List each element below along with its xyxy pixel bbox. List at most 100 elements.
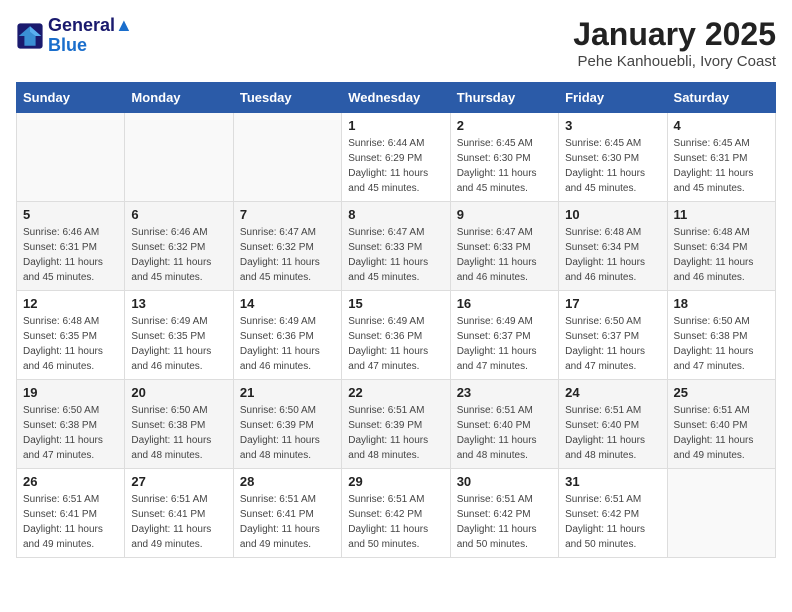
day-info: Sunrise: 6:45 AMSunset: 6:30 PMDaylight:… [565,136,660,196]
day-info: Sunrise: 6:46 AMSunset: 6:31 PMDaylight:… [23,225,118,285]
day-info: Sunrise: 6:48 AMSunset: 6:34 PMDaylight:… [674,225,769,285]
day-number: 31 [565,474,660,489]
day-number: 23 [457,385,552,400]
week-row-0: 1Sunrise: 6:44 AMSunset: 6:29 PMDaylight… [17,113,776,202]
day-header-monday: Monday [125,83,233,113]
week-row-4: 26 Sunrise: 6:51 AMSunset: 6:41 PMDayligh… [17,469,776,558]
day-number: 19 [23,385,118,400]
calendar-cell: 17 Sunrise: 6:50 AMSunset: 6:37 PMDayligh… [559,291,667,380]
day-info: Sunrise: 6:49 AMSunset: 6:36 PMDaylight:… [240,314,335,374]
day-number: 16 [457,296,552,311]
calendar-cell [17,113,125,202]
day-header-tuesday: Tuesday [233,83,341,113]
logo: General▲ Blue [16,16,133,56]
calendar-cell: 20 Sunrise: 6:50 AMSunset: 6:38 PMDayligh… [125,380,233,469]
calendar-cell: 9 Sunrise: 6:47 AMSunset: 6:33 PMDaylight… [450,202,558,291]
calendar-cell: 2Sunrise: 6:45 AMSunset: 6:30 PMDaylight… [450,113,558,202]
calendar-cell: 15 Sunrise: 6:49 AMSunset: 6:36 PMDayligh… [342,291,450,380]
logo-text: General▲ Blue [48,16,133,56]
day-number: 18 [674,296,769,311]
calendar-cell: 8 Sunrise: 6:47 AMSunset: 6:33 PMDaylight… [342,202,450,291]
week-row-1: 5Sunrise: 6:46 AMSunset: 6:31 PMDaylight… [17,202,776,291]
calendar-cell: 18 Sunrise: 6:50 AMSunset: 6:38 PMDayligh… [667,291,775,380]
calendar-cell: 5Sunrise: 6:46 AMSunset: 6:31 PMDaylight… [17,202,125,291]
week-row-2: 12 Sunrise: 6:48 AMSunset: 6:35 PMDayligh… [17,291,776,380]
day-number: 21 [240,385,335,400]
day-info: Sunrise: 6:50 AMSunset: 6:39 PMDaylight:… [240,403,335,463]
day-number: 9 [457,207,552,222]
day-number: 28 [240,474,335,489]
day-info: Sunrise: 6:47 AMSunset: 6:32 PMDaylight:… [240,225,335,285]
day-info: Sunrise: 6:51 AMSunset: 6:42 PMDaylight:… [457,492,552,552]
calendar-cell: 16 Sunrise: 6:49 AMSunset: 6:37 PMDayligh… [450,291,558,380]
page-header: General▲ Blue January 2025 Pehe Kanhoueb… [16,16,776,70]
calendar-cell: 3 Sunrise: 6:45 AMSunset: 6:30 PMDaylight… [559,113,667,202]
day-info: Sunrise: 6:49 AMSunset: 6:37 PMDaylight:… [457,314,552,374]
day-header-thursday: Thursday [450,83,558,113]
calendar-cell: 23Sunrise: 6:51 AMSunset: 6:40 PMDayligh… [450,380,558,469]
calendar-cell: 21 Sunrise: 6:50 AMSunset: 6:39 PMDayligh… [233,380,341,469]
day-info: Sunrise: 6:48 AMSunset: 6:35 PMDaylight:… [23,314,118,374]
calendar-cell [233,113,341,202]
day-number: 8 [348,207,443,222]
day-number: 12 [23,296,118,311]
day-info: Sunrise: 6:49 AMSunset: 6:36 PMDaylight:… [348,314,443,374]
calendar-cell: 29Sunrise: 6:51 AMSunset: 6:42 PMDayligh… [342,469,450,558]
logo-icon [16,22,44,50]
day-number: 7 [240,207,335,222]
day-info: Sunrise: 6:51 AMSunset: 6:40 PMDaylight:… [674,403,769,463]
day-number: 6 [131,207,226,222]
day-number: 13 [131,296,226,311]
day-header-sunday: Sunday [17,83,125,113]
day-number: 10 [565,207,660,222]
day-header-wednesday: Wednesday [342,83,450,113]
day-info: Sunrise: 6:45 AMSunset: 6:31 PMDaylight:… [674,136,769,196]
day-info: Sunrise: 6:51 AMSunset: 6:41 PMDaylight:… [23,492,118,552]
day-info: Sunrise: 6:50 AMSunset: 6:38 PMDaylight:… [131,403,226,463]
calendar-cell: 14Sunrise: 6:49 AMSunset: 6:36 PMDayligh… [233,291,341,380]
calendar-cell: 7 Sunrise: 6:47 AMSunset: 6:32 PMDaylight… [233,202,341,291]
calendar-cell [125,113,233,202]
calendar-cell [667,469,775,558]
day-info: Sunrise: 6:51 AMSunset: 6:42 PMDaylight:… [565,492,660,552]
day-info: Sunrise: 6:47 AMSunset: 6:33 PMDaylight:… [348,225,443,285]
day-number: 22 [348,385,443,400]
day-info: Sunrise: 6:51 AMSunset: 6:41 PMDaylight:… [240,492,335,552]
day-header-saturday: Saturday [667,83,775,113]
day-number: 27 [131,474,226,489]
week-row-3: 19 Sunrise: 6:50 AMSunset: 6:38 PMDayligh… [17,380,776,469]
day-number: 2 [457,118,552,133]
day-number: 29 [348,474,443,489]
day-number: 3 [565,118,660,133]
day-info: Sunrise: 6:51 AMSunset: 6:39 PMDaylight:… [348,403,443,463]
day-info: Sunrise: 6:49 AMSunset: 6:35 PMDaylight:… [131,314,226,374]
day-info: Sunrise: 6:44 AMSunset: 6:29 PMDaylight:… [348,136,443,196]
day-number: 25 [674,385,769,400]
calendar-cell: 12 Sunrise: 6:48 AMSunset: 6:35 PMDayligh… [17,291,125,380]
calendar-cell: 11 Sunrise: 6:48 AMSunset: 6:34 PMDayligh… [667,202,775,291]
day-info: Sunrise: 6:48 AMSunset: 6:34 PMDaylight:… [565,225,660,285]
calendar-cell: 13 Sunrise: 6:49 AMSunset: 6:35 PMDayligh… [125,291,233,380]
day-number: 11 [674,207,769,222]
calendar-cell: 6 Sunrise: 6:46 AMSunset: 6:32 PMDaylight… [125,202,233,291]
calendar-cell: 19Sunrise: 6:50 AMSunset: 6:38 PMDayligh… [17,380,125,469]
calendar-cell: 4 Sunrise: 6:45 AMSunset: 6:31 PMDaylight… [667,113,775,202]
day-info: Sunrise: 6:47 AMSunset: 6:33 PMDaylight:… [457,225,552,285]
day-info: Sunrise: 6:51 AMSunset: 6:40 PMDaylight:… [565,403,660,463]
day-number: 17 [565,296,660,311]
day-number: 30 [457,474,552,489]
calendar-cell: 1Sunrise: 6:44 AMSunset: 6:29 PMDaylight… [342,113,450,202]
day-info: Sunrise: 6:51 AMSunset: 6:41 PMDaylight:… [131,492,226,552]
day-info: Sunrise: 6:50 AMSunset: 6:37 PMDaylight:… [565,314,660,374]
day-number: 15 [348,296,443,311]
day-number: 26 [23,474,118,489]
calendar-cell: 30 Sunrise: 6:51 AMSunset: 6:42 PMDayligh… [450,469,558,558]
day-info: Sunrise: 6:50 AMSunset: 6:38 PMDaylight:… [674,314,769,374]
calendar-cell: 27 Sunrise: 6:51 AMSunset: 6:41 PMDayligh… [125,469,233,558]
month-title: January 2025 [573,16,776,53]
day-info: Sunrise: 6:46 AMSunset: 6:32 PMDaylight:… [131,225,226,285]
day-number: 4 [674,118,769,133]
day-number: 20 [131,385,226,400]
location: Pehe Kanhouebli, Ivory Coast [573,53,776,70]
day-header-friday: Friday [559,83,667,113]
